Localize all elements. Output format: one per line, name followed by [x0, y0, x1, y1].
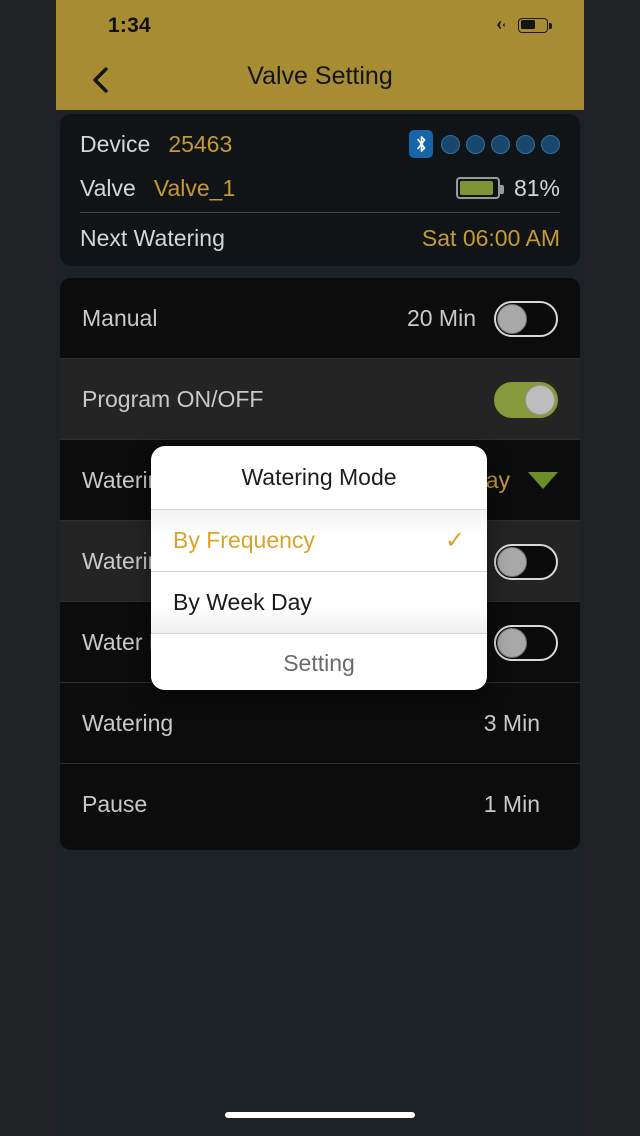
settings-row-pause[interactable]: Pause 1 Min [60, 764, 580, 845]
valve-row: Valve Valve_1 81% [80, 166, 560, 210]
battery-icon [455, 177, 504, 199]
signal-dot [541, 134, 560, 154]
row-value: 20 Min [406, 305, 476, 331]
settings-row-manual[interactable]: Manual 20 Min [60, 278, 580, 359]
bluetooth-icon [409, 130, 433, 158]
device-row: Device 25463 [80, 122, 560, 166]
nav-bar: Valve Setting [56, 48, 584, 110]
device-info-card: Device 25463 Valve Valve_1 81% Next Wate… [60, 114, 580, 266]
device-value: 25463 [168, 130, 233, 157]
bezel-right [584, 0, 640, 1136]
app-header: 1:34 Valve Setting [56, 0, 584, 110]
dialog-option-by-week-day[interactable]: By Week Day [151, 572, 487, 633]
option-label: By Frequency [173, 527, 315, 553]
row-label: Program ON/OFF [82, 386, 264, 412]
battery-group: 81% [455, 166, 560, 210]
water-now-toggle[interactable] [494, 624, 558, 661]
program-toggle[interactable] [494, 381, 558, 418]
signal-dot [441, 134, 460, 154]
option-label: By Week Day [173, 589, 312, 615]
valve-value: Valve_1 [153, 174, 236, 201]
row-label: Pause [82, 791, 148, 817]
battery-percent: 81% [513, 174, 560, 201]
row-value: 3 Min [483, 710, 540, 736]
bluetooth-signal-group [409, 122, 560, 166]
device-card-divider [80, 212, 560, 213]
bezel-left [0, 0, 56, 1136]
watering-mode-dialog: Watering Mode By Frequency ✓ By Week Day… [151, 446, 487, 690]
dialog-setting-button[interactable]: Setting [151, 634, 487, 690]
settings-row-program-onoff[interactable]: Program ON/OFF [60, 359, 580, 440]
signal-dot [491, 134, 510, 154]
screenshot-frame: 1:34 Valve Setting Device 25463 Valve Va… [0, 0, 640, 1136]
status-bar-icons [489, 16, 552, 34]
manual-toggle[interactable] [494, 300, 558, 337]
watering-days-toggle[interactable] [494, 543, 558, 580]
next-watering-label: Next Watering [80, 224, 225, 251]
row-label: Watering [82, 710, 174, 736]
status-battery-icon [518, 17, 552, 33]
dialog-title: Watering Mode [241, 464, 397, 490]
page-title: Valve Setting [247, 62, 393, 90]
signal-dot [516, 134, 535, 154]
valve-label: Valve [80, 174, 136, 201]
chevron-down-icon[interactable] [528, 472, 558, 489]
signal-strength-dots [441, 134, 560, 154]
airplane-icon [491, 21, 506, 29]
status-bar: 1:34 [56, 0, 584, 48]
row-label: Manual [82, 305, 158, 331]
next-watering-value: Sat 06:00 AM [421, 224, 560, 251]
status-bar-clock: 1:34 [108, 14, 151, 37]
device-label: Device [80, 130, 151, 157]
home-indicator [225, 1112, 415, 1118]
signal-dot [466, 134, 485, 154]
dialog-option-by-frequency[interactable]: By Frequency ✓ [151, 510, 487, 571]
phone-screen: 1:34 Valve Setting Device 25463 Valve Va… [56, 0, 584, 1136]
check-icon: ✓ [444, 527, 465, 554]
next-watering-row: Next Watering Sat 06:00 AM [80, 214, 560, 262]
settings-row-watering[interactable]: Watering 3 Min [60, 683, 580, 764]
dialog-option-list: By Frequency ✓ By Week Day [151, 510, 487, 633]
row-value: 1 Min [483, 791, 540, 817]
